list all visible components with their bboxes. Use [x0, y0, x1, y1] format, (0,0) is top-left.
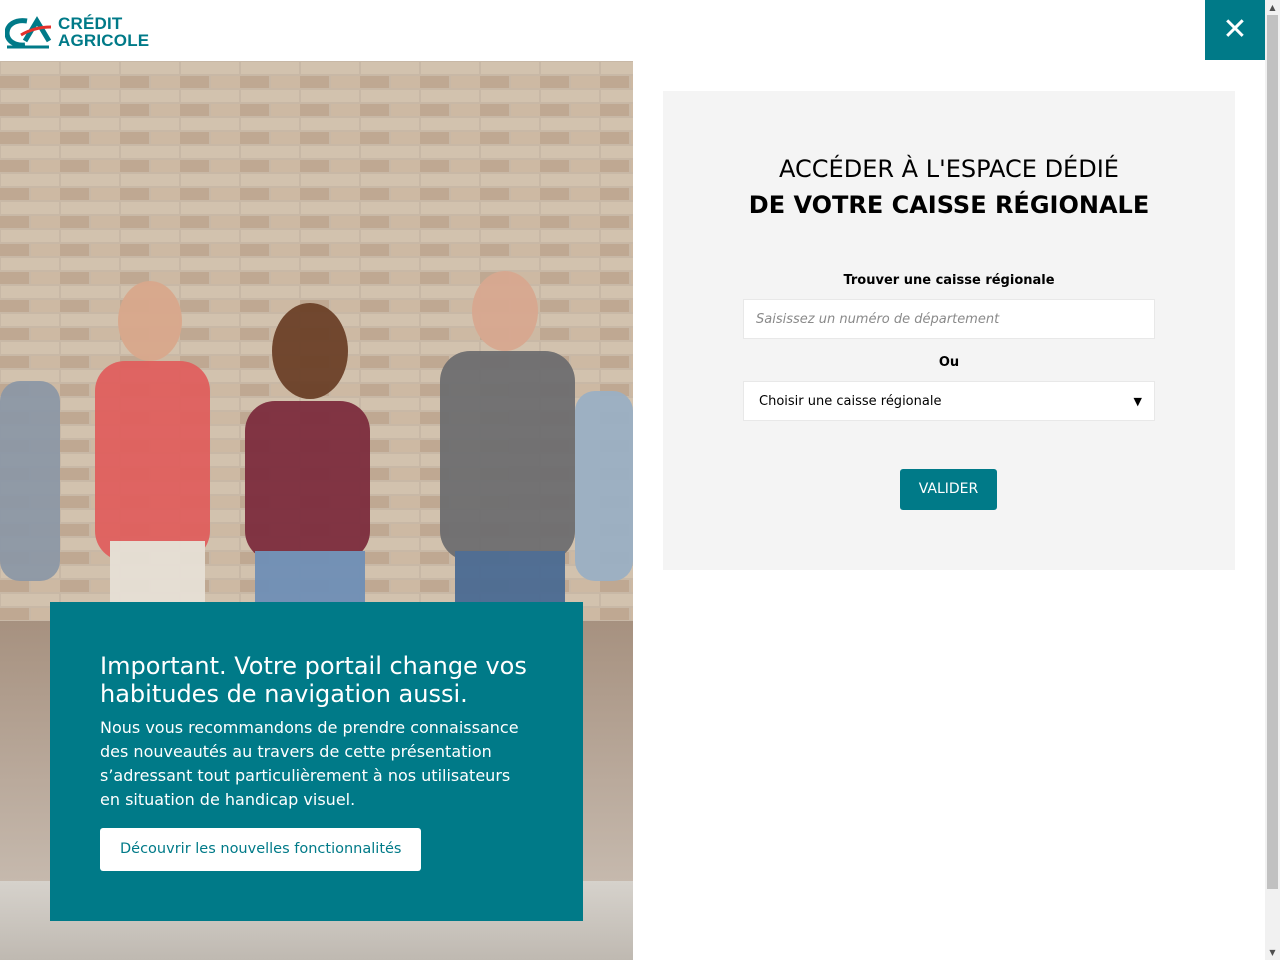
close-button[interactable]: ✕ — [1205, 0, 1265, 60]
promo-text: Nous vous recommandons de prendre connai… — [100, 718, 519, 809]
panel-title-line-2: DE VOTRE CAISSE RÉGIONALE — [748, 191, 1150, 219]
or-label: Ou — [938, 355, 960, 370]
find-label: Trouver une caisse régionale — [843, 273, 1055, 288]
logo-line-1: CRÉDIT — [58, 14, 123, 33]
promo-card: Important. Votre portail change vos habi… — [50, 602, 583, 921]
brick-wall-image — [0, 61, 633, 621]
department-input[interactable] — [743, 299, 1155, 339]
regional-bank-select[interactable]: Choisir une caisse régionale ▼ — [743, 381, 1155, 421]
vertical-scrollbar[interactable]: ▲ ▼ — [1265, 0, 1280, 960]
scroll-down-arrow-icon[interactable]: ▼ — [1265, 945, 1280, 960]
scroll-up-arrow-icon[interactable]: ▲ — [1265, 0, 1280, 15]
ca-logo-icon — [4, 16, 52, 49]
credit-agricole-logo[interactable]: CRÉDIT AGRICOLE — [4, 15, 167, 53]
regional-bank-panel: ACCÉDER À L'ESPACE DÉDIÉ DE VOTRE CAISSE… — [663, 91, 1235, 570]
select-value: Choisir une caisse régionale — [759, 393, 942, 409]
logo-text: CRÉDIT AGRICOLE — [58, 15, 149, 49]
close-icon: ✕ — [1222, 12, 1248, 47]
promo-title: Important. Votre portail change vos habi… — [100, 652, 527, 708]
discover-features-button[interactable]: Découvrir les nouvelles fonctionnalités — [100, 828, 422, 871]
submit-button[interactable]: VALIDER — [900, 469, 997, 510]
logo-line-2: AGRICOLE — [58, 31, 150, 50]
site-header: CRÉDIT AGRICOLE ✕ — [0, 0, 1265, 61]
scroll-thumb[interactable] — [1267, 15, 1278, 889]
chevron-down-icon: ▼ — [1133, 394, 1142, 408]
panel-title-line-1: ACCÉDER À L'ESPACE DÉDIÉ — [779, 155, 1119, 183]
